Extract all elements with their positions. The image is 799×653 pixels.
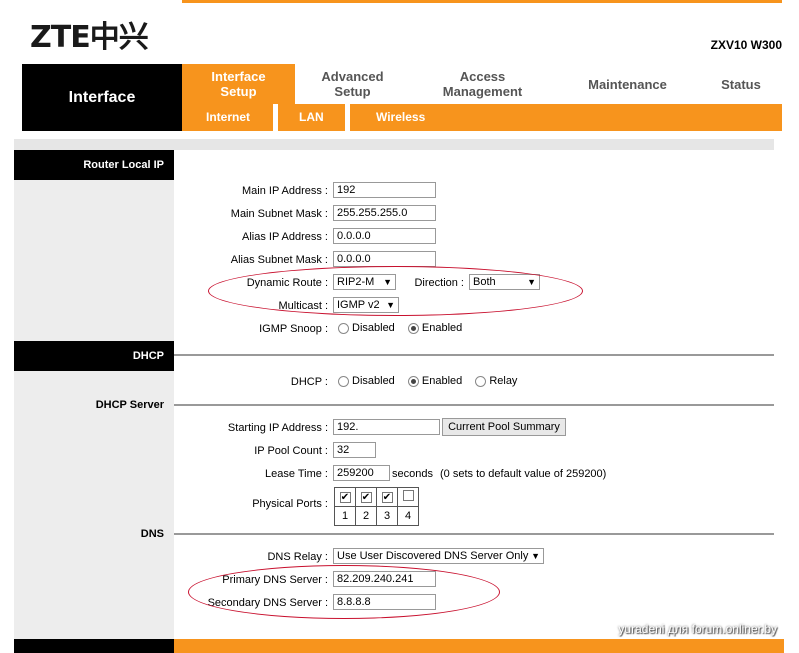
dhcp-mode-label: DHCP :	[290, 376, 328, 388]
igmp-enabled-text: Enabled	[421, 322, 463, 335]
port-1-number: 1	[334, 506, 356, 526]
port-2-number: 2	[355, 506, 377, 526]
subtab-lan[interactable]: LAN	[299, 104, 324, 131]
dns-section-label: DNS	[140, 528, 164, 540]
subtab-divider	[345, 104, 350, 131]
footer-accent-bar	[174, 639, 784, 653]
port-cell: ✔	[334, 487, 356, 507]
main-ip-label: Main IP Address :	[241, 185, 328, 197]
top-accent-line	[182, 0, 782, 3]
igmp-disabled-text: Disabled	[352, 322, 395, 335]
igmp-snoop-radio-group: Disabled Enabled	[338, 322, 472, 334]
dhcp-disabled-radio[interactable]	[338, 375, 349, 387]
chevron-down-icon: ▼	[531, 551, 540, 561]
dhcp-server-divider	[174, 404, 774, 406]
igmp-disabled-radio[interactable]	[338, 322, 349, 334]
start-ip-label: Starting IP Address :	[227, 422, 328, 434]
physical-ports-table: ✔ ✔ ✔ 1 2 3 4	[334, 487, 419, 526]
section-router-local-ip: Router Local IP	[14, 150, 174, 180]
main-subnet-label: Main Subnet Mask :	[230, 208, 328, 220]
igmp-snoop-label: IGMP Snoop :	[259, 323, 328, 335]
dhcp-disabled-text: Disabled	[352, 375, 395, 388]
footer-left-block	[14, 639, 174, 653]
port-cell: ✔	[376, 487, 398, 507]
dhcp-enabled-text: Enabled	[421, 375, 463, 388]
content-header-bar	[14, 139, 774, 150]
watermark-text: yuradeni для forum.onliner.by	[618, 622, 777, 636]
dns-relay-value: Use User Discovered DNS Server Only	[337, 550, 529, 562]
port-3-checkbox[interactable]: ✔	[381, 492, 393, 503]
annotation-oval-dns	[188, 565, 500, 619]
lease-time-label: Lease Time :	[265, 468, 328, 480]
port-4-checkbox[interactable]	[402, 490, 414, 501]
lease-time-input[interactable]: 259200	[333, 465, 390, 481]
subtab-internet[interactable]: Internet	[206, 104, 250, 131]
igmp-enabled-radio[interactable]	[407, 322, 419, 334]
lease-hint: (0 sets to default value of 259200)	[440, 468, 607, 480]
dhcp-mode-radio-group: Disabled Enabled Relay	[338, 375, 527, 387]
subtab-wireless[interactable]: Wireless	[376, 104, 425, 131]
dns-relay-select[interactable]: Use User Discovered DNS Server Only ▼	[333, 548, 544, 564]
port-4-number: 4	[397, 506, 419, 526]
lease-unit: seconds	[392, 468, 433, 480]
dhcp-relay-radio[interactable]	[475, 375, 487, 387]
subtab-bar	[182, 104, 782, 131]
alias-subnet-input[interactable]: 0.0.0.0	[333, 251, 436, 267]
dns-divider	[174, 533, 774, 535]
dhcp-divider	[174, 354, 774, 356]
dhcp-server-label: DHCP Server	[95, 399, 164, 411]
dns-relay-label: DNS Relay :	[267, 551, 328, 563]
alias-ip-label: Alias IP Address :	[241, 231, 328, 243]
port-1-checkbox[interactable]: ✔	[339, 492, 351, 503]
tab-advanced-setup[interactable]: Advanced Setup	[295, 64, 410, 104]
dhcp-relay-text: Relay	[489, 375, 518, 388]
pool-count-input[interactable]: 32	[333, 442, 376, 458]
tab-access-management[interactable]: Access Management	[410, 64, 555, 104]
zte-logo: ZTE中兴	[30, 20, 149, 55]
alias-subnet-label: Alias Subnet Mask :	[230, 254, 328, 266]
nav-section-title: Interface	[22, 64, 182, 131]
port-cell: ✔	[355, 487, 377, 507]
alias-ip-input[interactable]: 0.0.0.0	[333, 228, 436, 244]
main-subnet-input[interactable]: 255.255.255.0	[333, 205, 436, 221]
main-ip-input[interactable]: 192	[333, 182, 436, 198]
dhcp-enabled-radio[interactable]	[407, 375, 419, 387]
tab-status[interactable]: Status	[700, 64, 782, 104]
port-cell	[397, 487, 419, 507]
model-name: ZXV10 W300	[710, 38, 782, 52]
subtab-divider	[273, 104, 278, 131]
port-3-number: 3	[376, 506, 398, 526]
current-pool-summary-button[interactable]: Current Pool Summary	[442, 418, 566, 436]
section-dhcp: DHCP	[14, 341, 174, 371]
port-2-checkbox[interactable]: ✔	[360, 492, 372, 503]
left-label-column	[14, 150, 174, 645]
start-ip-input[interactable]: 192.	[333, 419, 440, 435]
physical-ports-label: Physical Ports :	[252, 498, 328, 510]
pool-count-label: IP Pool Count :	[254, 445, 328, 457]
tab-maintenance[interactable]: Maintenance	[555, 64, 700, 104]
annotation-oval-route	[208, 266, 583, 316]
tab-interface-setup[interactable]: Interface Setup	[182, 64, 295, 104]
